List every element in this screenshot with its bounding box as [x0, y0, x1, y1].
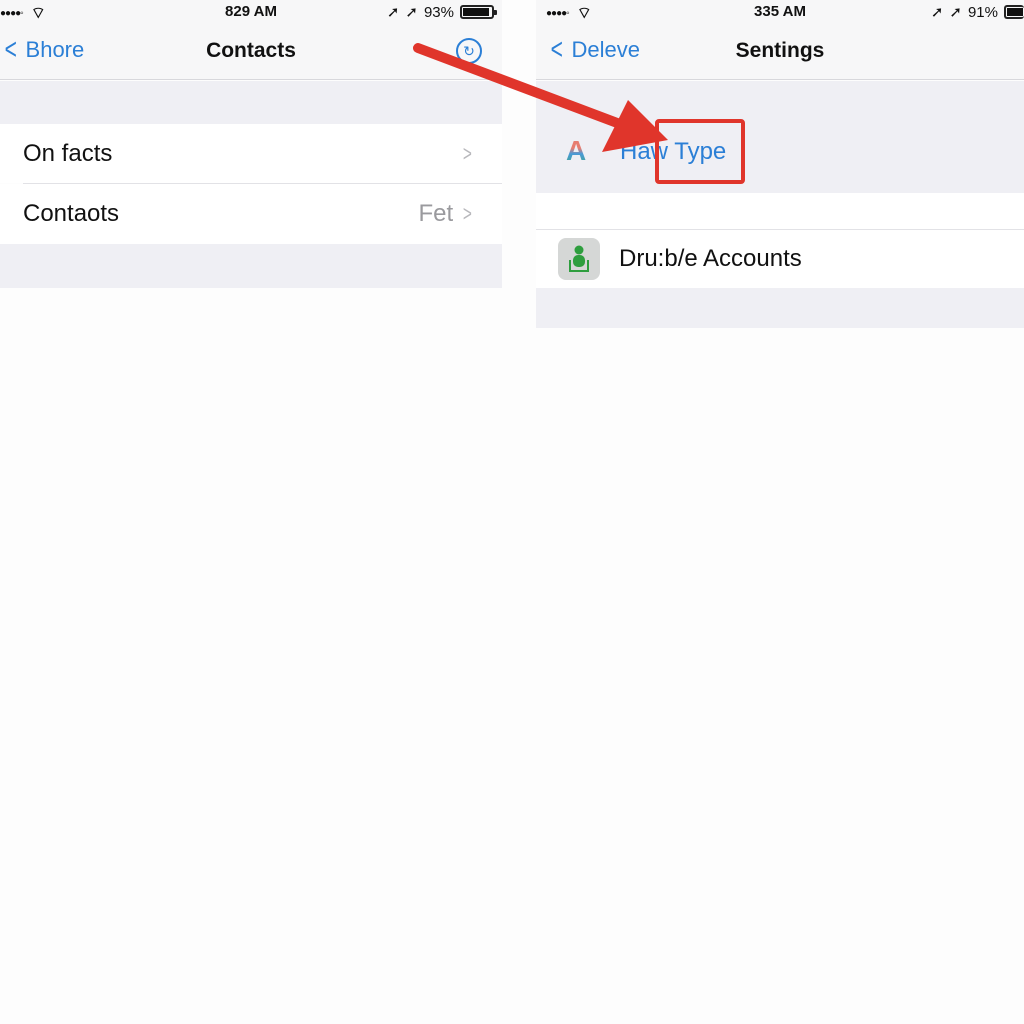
section-spacer: [0, 81, 502, 124]
settings-screen: ●●●●◦ ⌔ 335 AM ➚ ➚ 91% < Deleve Sentings…: [536, 0, 1024, 1024]
refresh-icon: ↻: [463, 42, 475, 59]
chevron-left-icon: <: [4, 33, 17, 66]
font-icon: A: [566, 135, 587, 166]
row-label: Contaots: [23, 200, 120, 227]
battery-icon: [1004, 5, 1024, 19]
chevron-left-icon: <: [550, 33, 563, 66]
chevron-right-icon: >: [463, 140, 473, 166]
navigation-bar: < Deleve Sentings: [536, 24, 1024, 80]
status-bar: ●●●●◦ ⌔ 829 AM ➚ ➚ 93%: [0, 0, 502, 24]
battery-percent: 93%: [423, 3, 454, 21]
back-button[interactable]: < Bhore: [2, 33, 85, 66]
row-accessory: >: [461, 141, 474, 167]
navigation-bar: < Bhore Contacts ↻: [0, 24, 502, 80]
refresh-button[interactable]: ↻: [456, 38, 482, 64]
chevron-right-icon: >: [463, 201, 473, 226]
section-spacer: [536, 193, 1024, 229]
status-right: ➚ ➚ 93%: [386, 3, 497, 21]
location-icon: ➚: [386, 4, 400, 21]
row-label: Dru:b/e Accounts: [619, 245, 802, 272]
status-right: ➚ ➚ 91%: [931, 3, 1024, 21]
person-download-icon: [558, 238, 600, 280]
status-bar: ●●●●◦ ⌔ 335 AM ➚ ➚ 91%: [536, 0, 1024, 24]
location-icon: ➚: [930, 4, 944, 21]
back-button[interactable]: < Deleve: [548, 33, 641, 66]
back-label: Deleve: [571, 37, 641, 62]
section-spacer: [0, 244, 502, 288]
battery-percent: 91%: [967, 3, 998, 21]
location-icon-2: ➚: [405, 4, 418, 21]
list-item[interactable]: Contaots Fet >: [0, 184, 502, 244]
highlight-box: [655, 119, 745, 184]
row-detail: Fet: [418, 200, 454, 227]
list-item[interactable]: Dru:b/e Accounts: [536, 230, 1024, 288]
contacts-screen: ●●●●◦ ⌔ 829 AM ➚ ➚ 93% < Bhore Contacts …: [0, 0, 502, 1024]
location-icon-2: ➚: [949, 4, 962, 21]
row-accessory: Fet >: [418, 200, 474, 228]
font-type-row[interactable]: A Haw Type: [536, 81, 1024, 193]
row-label: On facts: [23, 139, 113, 167]
back-label: Bhore: [25, 37, 85, 62]
section-spacer: [536, 288, 1024, 328]
list-item[interactable]: On facts >: [0, 124, 502, 183]
battery-icon: [460, 5, 497, 19]
